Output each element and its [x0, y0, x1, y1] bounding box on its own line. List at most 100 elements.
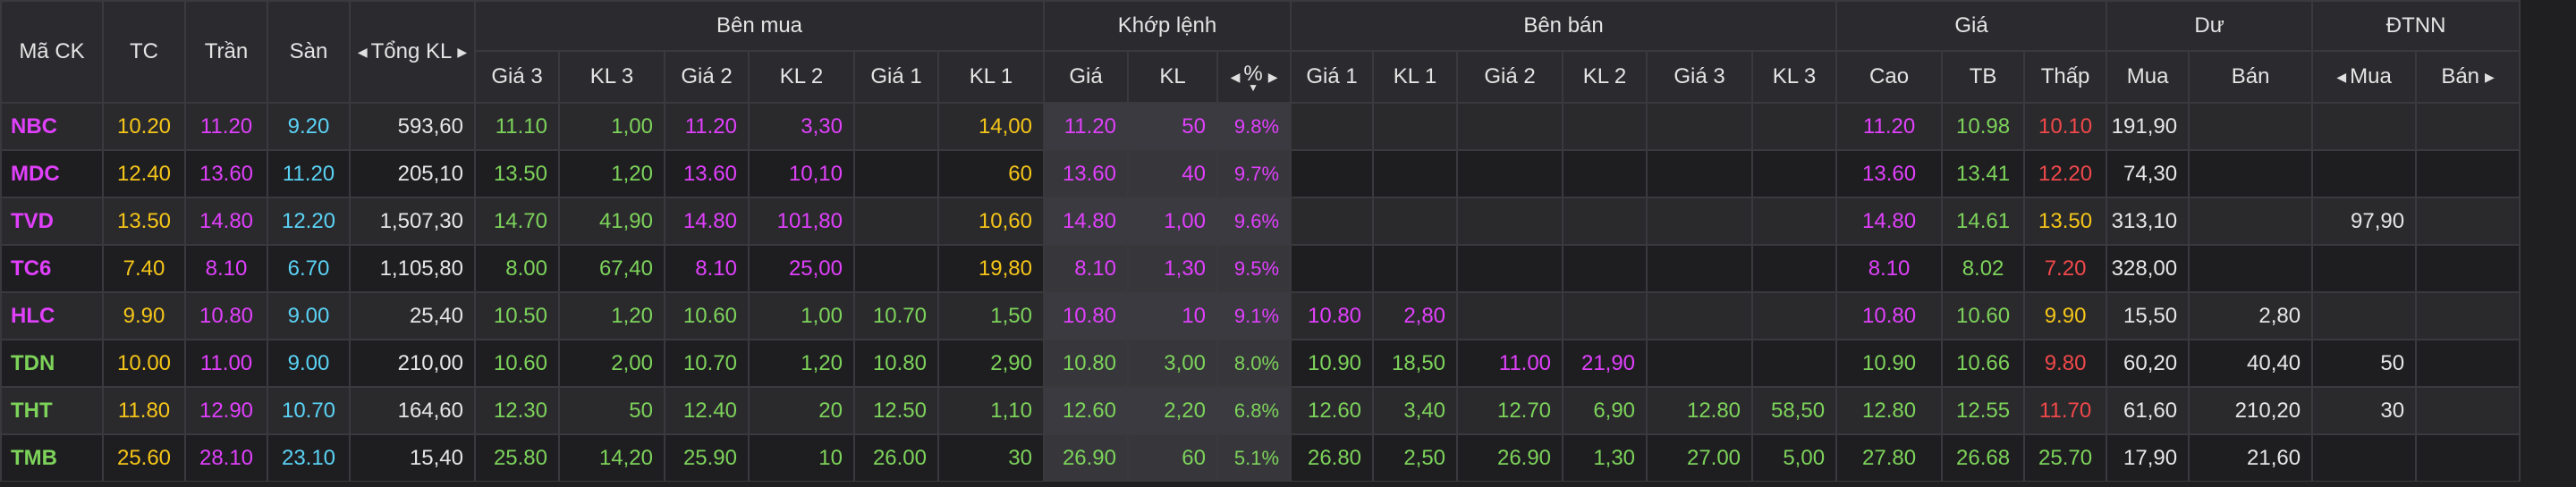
col-du-mua[interactable]: Mua [2106, 50, 2190, 104]
col-tong-kl[interactable]: ◀ Tổng KL ▶ [349, 0, 476, 104]
col-buy-gia3[interactable]: Giá 3 [474, 50, 560, 104]
cell-sell-kl3 [1751, 244, 1838, 293]
cell-match-pct: 9.8% [1216, 102, 1292, 151]
table-row[interactable]: TVD 13.50 14.80 12.20 1,507,30 14.70 41,90 14.8… [0, 197, 2576, 246]
cell-buy-gia1 [853, 244, 939, 293]
cell-sell-kl2 [1562, 244, 1648, 293]
cell-dtnn-mua: 30 [2311, 386, 2418, 435]
col-tong-kl-label: Tổng KL [370, 39, 453, 63]
col-sell-gia3[interactable]: Giá 3 [1646, 50, 1754, 104]
chevron-right-icon[interactable]: ▶ [2485, 70, 2495, 85]
cell-dtnn-ban [2415, 102, 2521, 151]
cell-match-kl: 60 [1127, 433, 1218, 483]
col-match-gia[interactable]: Giá [1043, 50, 1129, 104]
vertical-scrollbar[interactable] [2555, 0, 2576, 487]
cell-match-kl: 10 [1127, 291, 1218, 340]
cell-buy-kl3: 1,20 [558, 291, 665, 340]
cell-buy-kl1: 1,10 [937, 386, 1045, 435]
cell-buy-kl2: 10,10 [748, 149, 855, 198]
chevron-left-icon[interactable]: ◀ [2336, 70, 2346, 85]
table-row[interactable]: NBC 10.20 11.20 9.20 593,60 11.10 1,00 11.20 3,3… [0, 102, 2576, 151]
cell-sell-kl3 [1751, 149, 1838, 198]
cell-symbol[interactable]: TDN [0, 339, 104, 388]
col-buy-kl3[interactable]: KL 3 [558, 50, 665, 104]
col-price-cao[interactable]: Cao [1835, 50, 1944, 104]
cell-du-ban: 210,20 [2188, 386, 2314, 435]
cell-buy-kl2: 3,30 [748, 102, 855, 151]
cell-du-mua: 61,60 [2106, 386, 2190, 435]
col-san[interactable]: Sàn [267, 0, 351, 104]
cell-dtnn-mua: 97,90 [2311, 197, 2418, 246]
cell-sell-kl2: 21,90 [1562, 339, 1648, 388]
chevron-left-icon[interactable]: ◀ [358, 45, 368, 60]
table-row[interactable]: THT 11.80 12.90 10.70 164,60 12.30 50 12.40 20 12… [0, 386, 2576, 435]
table-row[interactable]: TMB 25.60 28.10 23.10 15,40 25.80 14,20 25.90 10… [0, 433, 2576, 483]
cell-symbol[interactable]: HLC [0, 291, 104, 340]
cell-symbol[interactable]: TMB [0, 433, 104, 483]
cell-symbol[interactable]: TC6 [0, 244, 104, 293]
cell-sell-gia1: 12.60 [1290, 386, 1375, 435]
cell-match-gia: 11.20 [1043, 102, 1129, 151]
col-sell-kl1[interactable]: KL 1 [1372, 50, 1459, 104]
col-du-ban[interactable]: Bán [2188, 50, 2314, 104]
cell-sell-gia3 [1646, 102, 1754, 151]
col-price-tb[interactable]: TB [1941, 50, 2026, 104]
cell-symbol[interactable]: THT [0, 386, 104, 435]
cell-tong-kl: 1,507,30 [349, 197, 476, 246]
col-dtnn-ban-label: Bán [2441, 64, 2480, 88]
cell-symbol[interactable]: MDC [0, 149, 104, 198]
col-buy-kl1[interactable]: KL 1 [937, 50, 1045, 104]
col-buy-kl2[interactable]: KL 2 [748, 50, 855, 104]
chevron-left-icon[interactable]: ◀ [1231, 70, 1241, 85]
col-sell-gia1[interactable]: Giá 1 [1290, 50, 1375, 104]
table-row[interactable]: HLC 9.90 10.80 9.00 25,40 10.50 1,20 10.60 1,00 1… [0, 291, 2576, 340]
cell-buy-gia1 [853, 149, 939, 198]
col-tc[interactable]: TC [102, 0, 186, 104]
cell-dtnn-mua [2311, 291, 2418, 340]
chevron-right-icon[interactable]: ▶ [1268, 70, 1278, 85]
cell-match-kl: 1,00 [1127, 197, 1218, 246]
col-ma-ck[interactable]: Mã CK [0, 0, 104, 104]
cell-tc: 9.90 [102, 291, 186, 340]
cell-buy-gia3: 10.60 [474, 339, 560, 388]
col-sell-kl3[interactable]: KL 3 [1751, 50, 1838, 104]
table-row[interactable]: TDN 10.00 11.00 9.00 210,00 10.60 2,00 10.70 1,2… [0, 339, 2576, 388]
col-price-thap[interactable]: Thấp [2023, 50, 2108, 104]
cell-dtnn-ban [2415, 197, 2521, 246]
col-dtnn-ban[interactable]: Bán ▶ [2415, 50, 2521, 104]
cell-buy-kl2: 25,00 [748, 244, 855, 293]
board-bottom [0, 482, 2555, 487]
cell-tran: 28.10 [184, 433, 268, 483]
cell-match-gia: 26.90 [1043, 433, 1129, 483]
cell-buy-kl2: 1,20 [748, 339, 855, 388]
cell-sell-gia1 [1290, 197, 1375, 246]
cell-buy-kl3: 2,00 [558, 339, 665, 388]
cell-price-cao: 13.60 [1835, 149, 1944, 198]
col-buy-gia1[interactable]: Giá 1 [853, 50, 939, 104]
cell-dtnn-ban [2415, 339, 2521, 388]
cell-price-cao: 11.20 [1835, 102, 1944, 151]
cell-price-tb: 10.66 [1941, 339, 2026, 388]
cell-sell-kl2 [1562, 291, 1648, 340]
col-buy-gia2[interactable]: Giá 2 [664, 50, 750, 104]
cell-du-mua: 60,20 [2106, 339, 2190, 388]
col-dtnn-mua[interactable]: ◀ Mua [2311, 50, 2418, 104]
col-sell-gia2[interactable]: Giá 2 [1456, 50, 1564, 104]
cell-sell-kl2: 1,30 [1562, 433, 1648, 483]
cell-symbol[interactable]: TVD [0, 197, 104, 246]
cell-price-cao: 10.80 [1835, 291, 1944, 340]
chevron-right-icon[interactable]: ▶ [457, 45, 467, 60]
table-row[interactable]: MDC 12.40 13.60 11.20 205,10 13.50 1,20 13.60 10… [0, 149, 2576, 198]
col-match-kl[interactable]: KL [1127, 50, 1218, 104]
col-sell-kl2[interactable]: KL 2 [1562, 50, 1648, 104]
table-row[interactable]: TC6 7.40 8.10 6.70 1,105,80 8.00 67,40 8.10 25,0… [0, 244, 2576, 293]
cell-price-tb: 26.68 [1941, 433, 2026, 483]
col-match-pct[interactable]: ◀ % ▼ ▶ [1216, 50, 1292, 104]
cell-sell-gia2 [1456, 197, 1564, 246]
cell-symbol[interactable]: NBC [0, 102, 104, 151]
cell-du-mua: 328,00 [2106, 244, 2190, 293]
cell-sell-gia1 [1290, 244, 1375, 293]
cell-buy-gia2: 13.60 [664, 149, 750, 198]
col-tran[interactable]: Trần [184, 0, 268, 104]
cell-tran: 8.10 [184, 244, 268, 293]
